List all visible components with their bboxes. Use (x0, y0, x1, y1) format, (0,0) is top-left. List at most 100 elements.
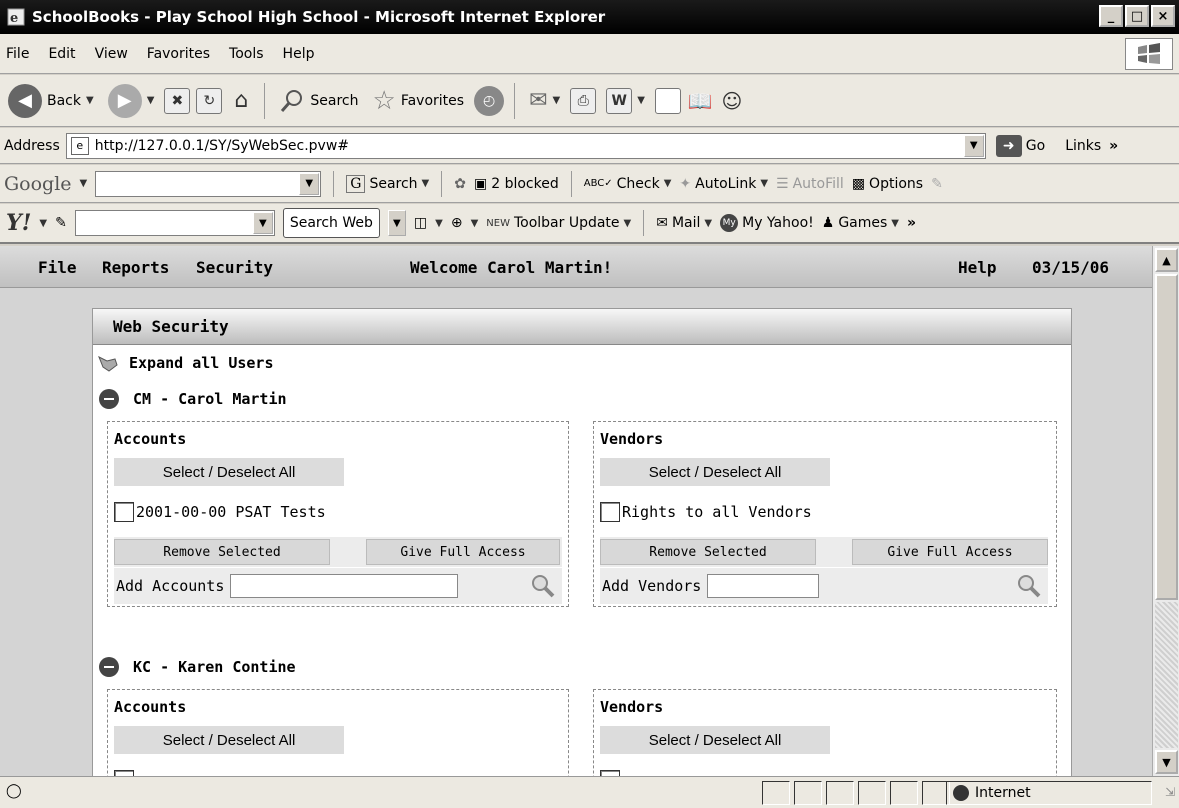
give-full-access-button[interactable]: Give Full Access (366, 539, 560, 565)
give-full-access-button[interactable]: Give Full Access (852, 539, 1048, 565)
google-logo[interactable]: Google (4, 173, 72, 195)
close-button[interactable]: × (1151, 5, 1175, 27)
chevron-down-icon: ▼ (146, 95, 155, 106)
chevron-down-icon[interactable]: ▼ (471, 218, 479, 229)
my-yahoo-button[interactable]: My My Yahoo! (720, 214, 814, 232)
yahoo-search-input[interactable]: ▼ (74, 210, 275, 236)
window-icon[interactable]: ◫ (414, 215, 427, 231)
chevron-down-icon[interactable]: ▼ (435, 218, 443, 229)
research-icon[interactable]: 📖 (687, 88, 713, 114)
menu-help[interactable]: Help (283, 46, 315, 62)
nav-help[interactable]: Help (958, 258, 997, 277)
select-deselect-all-button[interactable]: Select / Deselect All (114, 458, 344, 486)
mail-button[interactable]: ✉ ▼ (525, 88, 564, 113)
scroll-down-icon[interactable]: ▼ (1155, 750, 1178, 774)
favorites-label: Favorites (400, 92, 465, 109)
add-accounts-input[interactable] (230, 574, 459, 598)
collapse-icon[interactable] (99, 389, 119, 409)
account-item: 2001-00-00 PSAT Tests (114, 502, 326, 522)
menu-favorites[interactable]: Favorites (147, 46, 210, 62)
forward-button[interactable]: ▶ ▼ (104, 83, 159, 118)
remove-selected-button[interactable]: Remove Selected (114, 539, 330, 565)
chevron-down-icon: ▼ (663, 178, 672, 189)
discuss-icon[interactable] (654, 87, 681, 114)
google-search-button[interactable]: G Search ▼ (346, 174, 429, 193)
search-button[interactable]: Search (275, 88, 362, 114)
select-deselect-all-button[interactable]: Select / Deselect All (600, 458, 830, 486)
back-button[interactable]: ◀ Back ▼ (4, 83, 98, 118)
autolink-button[interactable]: ✦ AutoLink ▼ (679, 176, 768, 192)
pagerank-icon[interactable]: ✿ (454, 176, 466, 192)
chevron-down-icon[interactable]: ▼ (39, 218, 47, 229)
popup-blocker-button[interactable]: ▣ 2 blocked (474, 176, 559, 192)
go-label: Go (1025, 137, 1046, 154)
remove-selected-button[interactable]: Remove Selected (600, 539, 816, 565)
mail-label: Mail (671, 215, 701, 231)
add-accounts-label: Add Accounts (116, 577, 225, 595)
resize-grip-icon[interactable]: ⇲ (1165, 785, 1175, 799)
edit-button[interactable]: W ▼ (602, 87, 649, 114)
history-icon[interactable]: ◴ (474, 85, 505, 116)
magnifier-icon[interactable] (530, 573, 556, 599)
add-vendors-input[interactable] (707, 574, 820, 598)
options-button[interactable]: ▩ Options (852, 176, 923, 192)
user-row-cm[interactable]: CM - Carol Martin (99, 389, 287, 409)
nav-file[interactable]: File (38, 258, 77, 277)
accounts-box: Accounts Select / Deselect All (107, 689, 569, 776)
chevron-right-icon[interactable]: » (1109, 138, 1118, 154)
pencil-icon[interactable]: ✎ (55, 215, 67, 231)
go-button[interactable]: ➜ Go (995, 134, 1046, 157)
nav-reports[interactable]: Reports (102, 258, 169, 277)
toolbar-update-button[interactable]: NEW Toolbar Update ▼ (486, 215, 631, 231)
favorites-button[interactable]: ☆ Favorites (369, 86, 469, 116)
yahoo-mail-button[interactable]: ✉ Mail ▼ (656, 215, 712, 231)
svg-text:e: e (10, 11, 18, 26)
messenger-icon[interactable]: ☺ (719, 88, 745, 114)
search-web-button[interactable]: Search Web (282, 208, 380, 238)
select-deselect-all-button[interactable]: Select / Deselect All (114, 726, 344, 754)
chevron-down-icon[interactable]: ▼ (80, 178, 88, 189)
mail-icon: ✉ (529, 88, 548, 113)
nav-security[interactable]: Security (196, 258, 273, 277)
user-label: KC - Karen Contine (133, 658, 296, 676)
menu-file[interactable]: File (6, 46, 29, 62)
stop-icon[interactable]: ✖ (164, 87, 191, 114)
home-icon[interactable]: ⌂ (228, 88, 254, 114)
back-arrow-icon: ◀ (8, 83, 42, 118)
zone-label: Internet (975, 785, 1031, 801)
minimize-button[interactable]: _ (1099, 5, 1123, 27)
yahoo-logo[interactable]: Y! (6, 210, 31, 236)
highlight-pen-icon[interactable]: ✎ (931, 176, 943, 192)
select-deselect-all-button[interactable]: Select / Deselect All (600, 726, 830, 754)
menu-edit[interactable]: Edit (48, 46, 75, 62)
address-input[interactable]: e http://127.0.0.1/SY/SyWebSec.pvw# ▼ (65, 132, 986, 159)
magnifier-icon[interactable] (1016, 573, 1042, 599)
account-checkbox[interactable] (114, 502, 134, 522)
links-button[interactable]: Links (1065, 138, 1101, 154)
chevron-right-icon[interactable]: » (907, 215, 916, 231)
collapse-icon[interactable] (99, 657, 119, 677)
address-dropdown-icon[interactable]: ▼ (963, 134, 984, 157)
scroll-thumb[interactable] (1155, 274, 1178, 600)
menu-view[interactable]: View (95, 46, 128, 62)
expand-all-users-link[interactable]: Expand all Users (97, 353, 274, 373)
search-dropdown-icon[interactable]: ▼ (299, 172, 320, 195)
autolink-icon: ✦ (679, 175, 692, 192)
vendor-checkbox[interactable] (600, 502, 620, 522)
search-dropdown-icon[interactable]: ▼ (252, 212, 273, 234)
user-row-kc[interactable]: KC - Karen Contine (99, 657, 296, 677)
scroll-track[interactable] (1155, 602, 1178, 748)
refresh-icon[interactable]: ↻ (196, 87, 223, 114)
scroll-up-icon[interactable]: ▲ (1155, 248, 1178, 272)
search-web-dropdown-icon[interactable]: ▼ (387, 210, 406, 236)
autofill-button[interactable]: ☰ AutoFill (776, 176, 844, 192)
games-button[interactable]: ♟ Games ▼ (822, 215, 899, 231)
accounts-title: Accounts (114, 698, 187, 716)
vertical-scrollbar[interactable]: ▲ ▼ (1152, 246, 1179, 776)
print-icon[interactable]: ⎙ (570, 87, 597, 114)
spell-check-button[interactable]: ABC✓ Check ▼ (584, 176, 672, 192)
menu-tools[interactable]: Tools (229, 46, 264, 62)
google-search-input[interactable]: ▼ (95, 170, 322, 197)
antispy-icon[interactable]: ⊕ (451, 215, 463, 231)
maximize-button[interactable]: □ (1125, 5, 1149, 27)
